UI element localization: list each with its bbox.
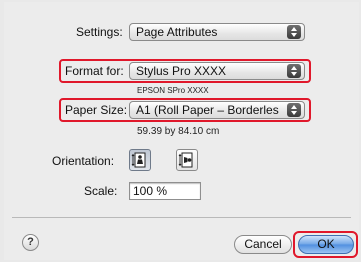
footer-separator xyxy=(12,217,351,218)
format-for-value: Stylus Pro XXXX xyxy=(136,64,227,78)
scale-label: Scale: xyxy=(84,184,118,198)
scale-input[interactable]: 100 % xyxy=(129,182,201,200)
paper-size-label: Paper Size: xyxy=(65,103,128,117)
orientation-label: Orientation: xyxy=(52,154,115,168)
settings-popup[interactable]: Page Attributes xyxy=(129,23,305,41)
cancel-button[interactable]: Cancel xyxy=(234,235,292,254)
format-for-popup[interactable]: Stylus Pro XXXX xyxy=(129,62,305,80)
ok-button[interactable]: OK xyxy=(298,235,354,254)
printer-model-text: EPSON SPro XXXX xyxy=(137,86,209,95)
portrait-orientation-button[interactable] xyxy=(129,149,151,171)
settings-value: Page Attributes xyxy=(136,25,218,39)
landscape-orientation-button[interactable] xyxy=(176,149,198,171)
popup-arrows-icon xyxy=(287,103,301,117)
page-setup-dialog: Settings: Page Attributes Format for: St… xyxy=(4,2,359,260)
popup-arrows-icon xyxy=(287,25,301,39)
paper-size-popup[interactable]: A1 (Roll Paper – Borderles… xyxy=(129,101,305,119)
popup-arrows-icon xyxy=(287,64,301,78)
help-button[interactable]: ? xyxy=(22,234,39,251)
paper-dimensions-text: 59.39 by 84.10 cm xyxy=(137,126,220,137)
paper-size-value: A1 (Roll Paper – Borderles… xyxy=(136,103,280,117)
landscape-person-icon xyxy=(178,152,193,168)
portrait-person-icon xyxy=(131,152,146,168)
settings-label: Settings: xyxy=(76,25,123,39)
format-for-label: Format for: xyxy=(65,64,124,78)
